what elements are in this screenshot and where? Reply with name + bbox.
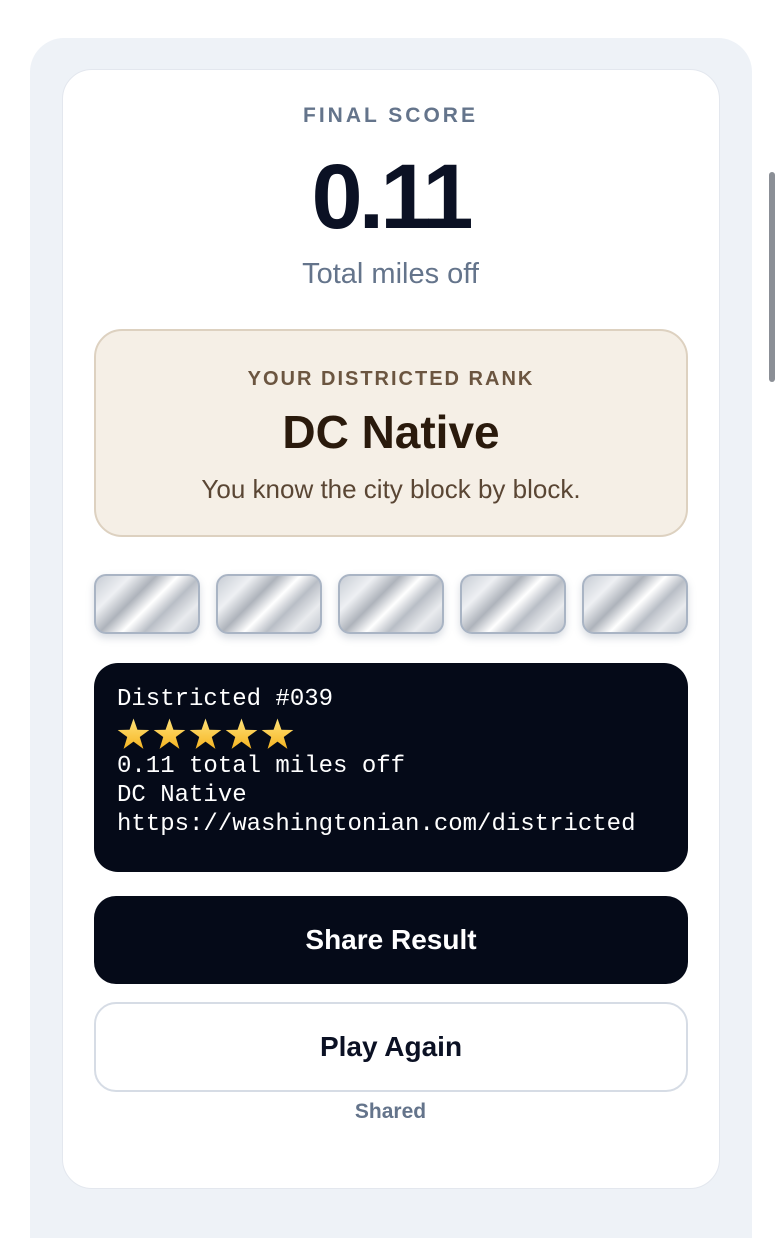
star-icon <box>225 718 258 749</box>
round-tile <box>338 574 444 634</box>
share-preview: Districted #039 0.11 total miles off DC … <box>94 663 688 872</box>
round-tile <box>94 574 200 634</box>
round-tile <box>216 574 322 634</box>
share-url-line: https://washingtonian.com/districted <box>117 811 636 838</box>
round-tiles <box>94 574 688 636</box>
share-title: Districted #039 <box>117 686 334 713</box>
star-icon <box>189 718 222 749</box>
play-again-button[interactable]: Play Again <box>94 1002 688 1092</box>
share-rank-line: DC Native <box>117 782 247 809</box>
rank-name: DC Native <box>282 406 500 458</box>
final-score-value: 0.11 <box>311 146 474 248</box>
star-icon <box>261 718 294 749</box>
shared-status-text: Shared <box>354 1100 427 1123</box>
share-result-button[interactable]: Share Result <box>94 896 688 984</box>
star-icon <box>153 718 186 749</box>
share-score-line: 0.11 total miles off <box>117 753 406 780</box>
round-tile <box>582 574 688 634</box>
rank-description: You know the city block by block. <box>201 474 581 504</box>
round-tile <box>460 574 566 634</box>
final-score-label: FINAL SCORE <box>303 104 478 127</box>
share-stars <box>117 718 688 750</box>
star-icon <box>117 718 150 749</box>
rank-panel: YOUR DISTRICTED RANK DC Native You know … <box>94 329 688 537</box>
score-unit-label: Total miles off <box>302 258 479 290</box>
rank-label: YOUR DISTRICTED RANK <box>247 368 535 390</box>
